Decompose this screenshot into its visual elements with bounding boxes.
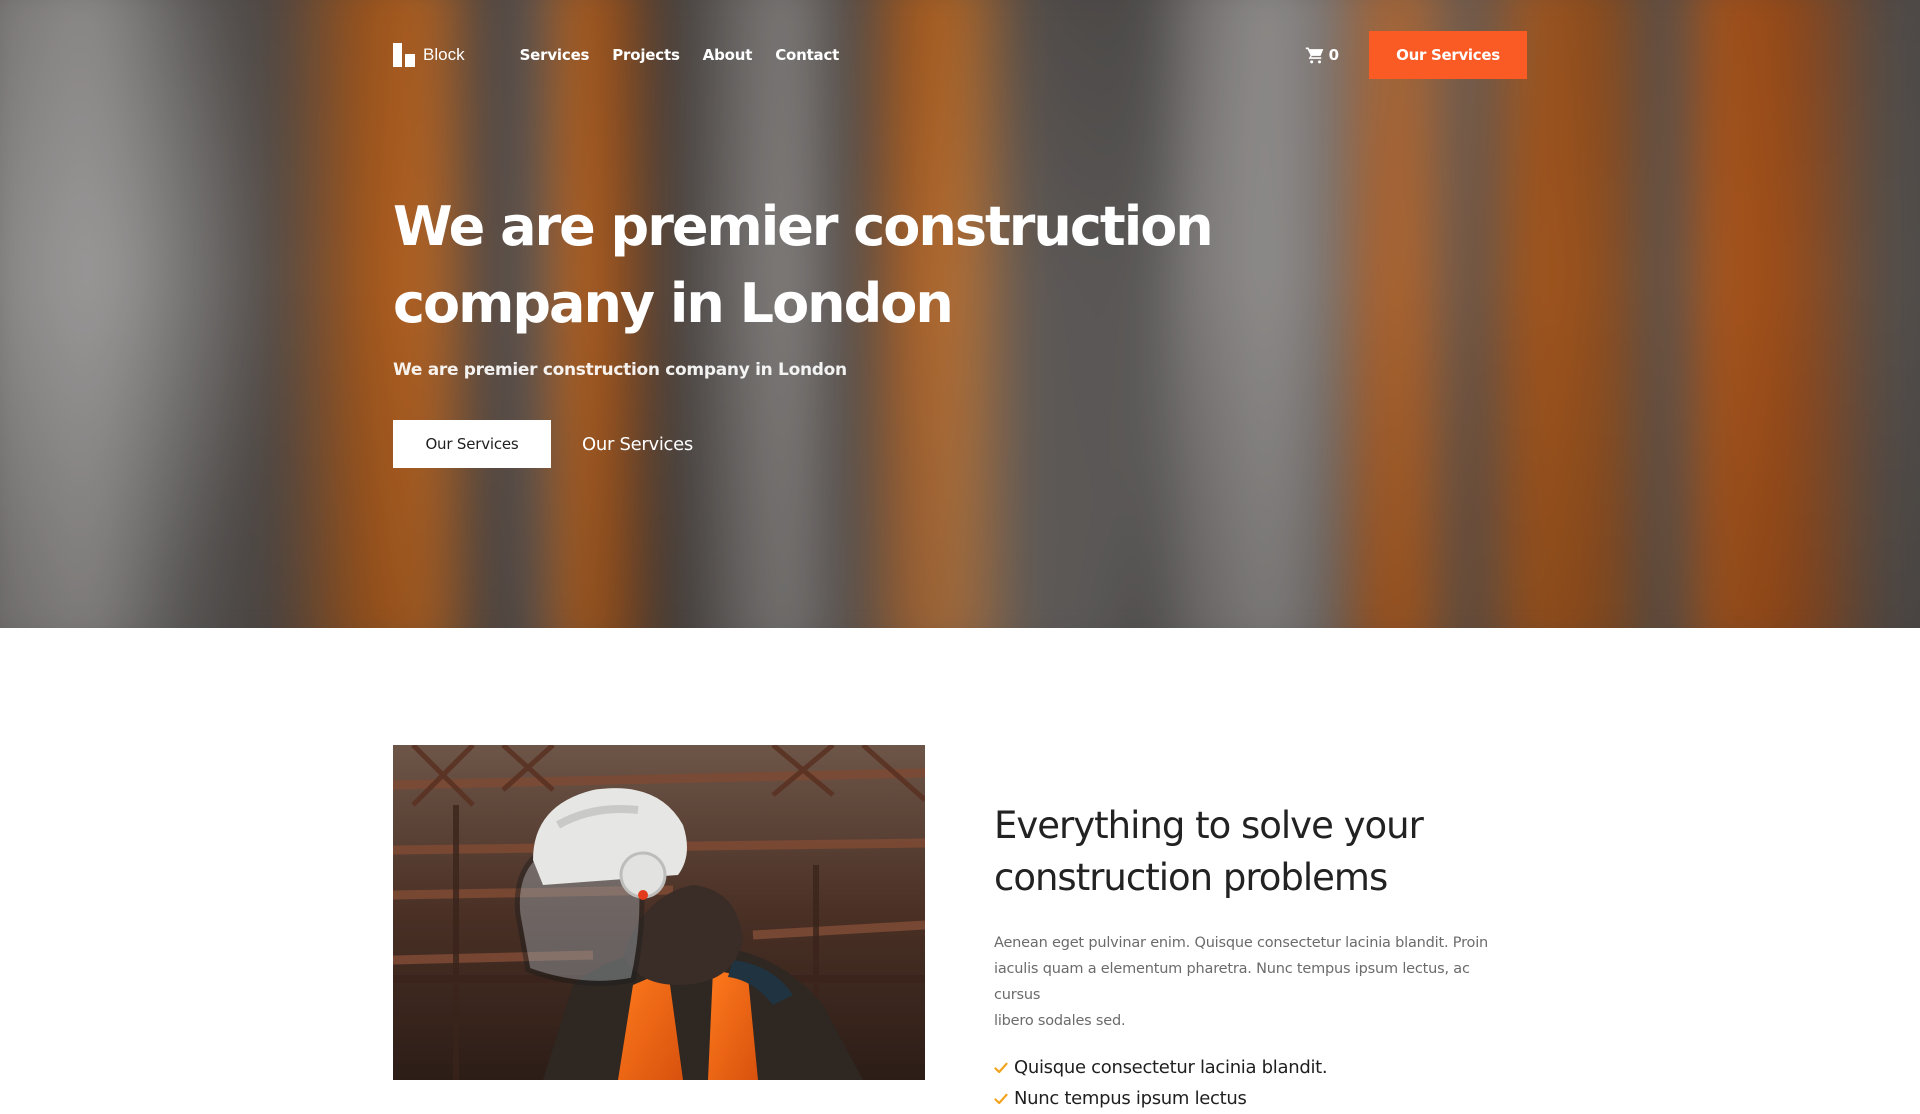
brand-logo[interactable]: Block [393, 31, 465, 79]
feature-title: Everything to solve your construction pr… [994, 800, 1514, 904]
checklist-item-label: Nunc tempus ipsum lectus [1014, 1088, 1247, 1109]
nav-link-services[interactable]: Services [520, 46, 590, 64]
nav-links: Services Projects About Contact [520, 46, 840, 64]
hero-content: We are premier construction company in L… [393, 188, 1293, 468]
checklist-item: Quisque consectetur lacinia blandit. [994, 1052, 1514, 1083]
main-navigation: Block Services Projects About Contact 0 … [393, 31, 1527, 79]
construction-worker-illustration [393, 745, 925, 1080]
brand-name: Block [423, 45, 465, 64]
nav-right: 0 Our Services [1305, 31, 1527, 79]
cart-icon [1305, 47, 1323, 64]
construction-worker-image [393, 745, 925, 1080]
cart-count: 0 [1328, 46, 1339, 64]
feature-description-line-3: libero sodales sed. [994, 1013, 1126, 1029]
logo-icon [393, 43, 415, 67]
nav-link-projects[interactable]: Projects [612, 46, 680, 64]
feature-title-line-1: Everything to solve your [994, 804, 1424, 847]
cart-button[interactable]: 0 [1305, 45, 1339, 65]
hero-actions: Our Services Our Services [393, 420, 1293, 468]
hero-subtitle: We are premier construction company in L… [393, 360, 847, 380]
hero-title-line-1: We are premier construction [393, 195, 1214, 258]
our-services-nav-button[interactable]: Our Services [1369, 31, 1527, 79]
nav-link-contact[interactable]: Contact [775, 46, 839, 64]
our-services-hero-link[interactable]: Our Services [582, 434, 693, 455]
feature-text-block: Everything to solve your construction pr… [994, 800, 1514, 1114]
feature-title-line-2: construction problems [994, 856, 1388, 899]
check-icon [994, 1093, 1008, 1104]
hero-title: We are premier construction company in L… [393, 188, 1293, 342]
feature-description: Aenean eget pulvinar enim. Quisque conse… [994, 930, 1514, 1034]
check-icon [994, 1062, 1008, 1073]
feature-description-line-2: iaculis quam a elementum pharetra. Nunc … [994, 961, 1470, 1003]
nav-link-about[interactable]: About [703, 46, 753, 64]
checklist-item-label: Quisque consectetur lacinia blandit. [1014, 1057, 1328, 1078]
feature-description-line-1: Aenean eget pulvinar enim. Quisque conse… [994, 935, 1489, 951]
hero-section: Block Services Projects About Contact 0 … [0, 0, 1920, 628]
checklist-item: Nunc tempus ipsum lectus [994, 1083, 1514, 1114]
our-services-hero-button[interactable]: Our Services [393, 420, 551, 468]
feature-checklist: Quisque consectetur lacinia blandit. Nun… [994, 1052, 1514, 1114]
hero-title-line-2: company in London [393, 272, 954, 335]
